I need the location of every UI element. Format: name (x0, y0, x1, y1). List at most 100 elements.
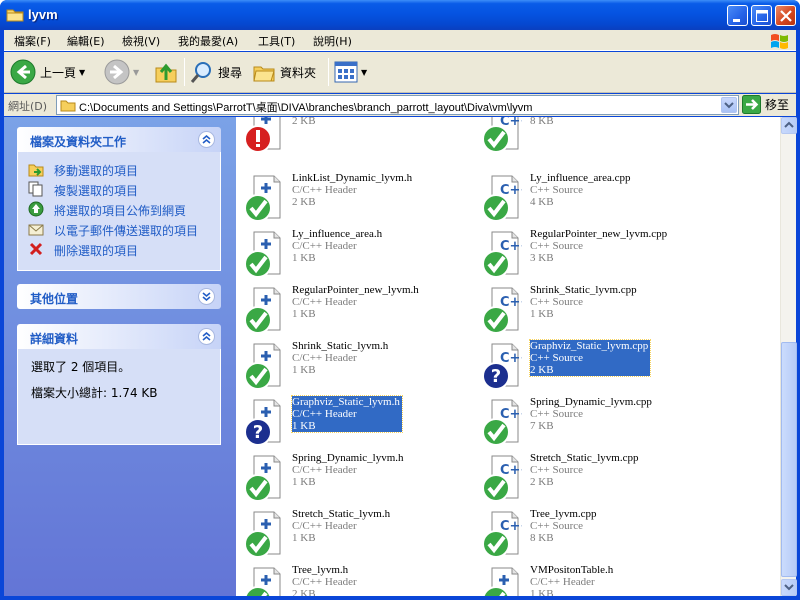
search-button[interactable]: 搜尋 (190, 57, 242, 87)
file-item[interactable]: RegularPointer_new_lyvm.h C/C++ Header 1 K… (236, 284, 466, 340)
file-item[interactable]: C++ Shrink_Static_lyvm.cppC++ Source1 KB (474, 284, 704, 340)
menu-tools[interactable]: 工具(T) (258, 33, 295, 49)
file-item[interactable]: Stretch_Static_lyvm.h C/C++ Header 1 KB (236, 508, 466, 564)
file-size: 2 KB (530, 476, 554, 488)
svg-text:C++: C++ (500, 463, 522, 478)
menu-help[interactable]: 說明(H) (313, 33, 352, 49)
title-bar[interactable]: lyvm (0, 0, 800, 30)
file-item[interactable]: Ly_influence_area.h C/C++ Header 1 KB (236, 228, 466, 284)
file-size: 1 KB (292, 364, 316, 376)
file-name: Stretch_Static_lyvm.h (292, 508, 391, 520)
file-type: C++ Source (530, 352, 584, 364)
task-email[interactable]: 以電子郵件傳送選取的項目 (18, 219, 220, 239)
file-item[interactable]: C/C++ Header2 KB (236, 117, 466, 159)
file-type: C/C++ Header (292, 296, 357, 308)
up-folder-button[interactable] (154, 57, 178, 87)
file-item[interactable]: LinkList_Dynamic_lyvm.h C/C++ Header 2 KB (236, 172, 466, 228)
close-button[interactable] (775, 5, 796, 26)
file-item[interactable]: VMPositonTable.h C/C++ Header 1 KB (474, 564, 704, 596)
scroll-thumb[interactable] (781, 342, 797, 577)
task-copy[interactable]: 複製選取的項目 (18, 179, 220, 199)
windows-logo-icon (771, 34, 788, 49)
tasks-panel-header[interactable]: 檔案及資料夾工作 (17, 127, 221, 152)
file-item[interactable]: Spring_Dynamic_lyvm.h C/C++ Header 1 KB (236, 452, 466, 508)
email-icon (28, 224, 44, 236)
cpp-file-icon: C++ (478, 230, 531, 278)
file-item[interactable]: Tree_lyvm.h C/C++ Header 2 KB (236, 564, 466, 596)
explorer-window: lyvm 檔案(F) 編輯(E) 檢視(V) 我的最愛(A) 工具(T) 說明(… (0, 0, 800, 600)
file-name: Tree_lyvm.h (292, 564, 349, 576)
folders-button[interactable]: 資料夾 (252, 57, 316, 87)
menu-view[interactable]: 檢視(V) (122, 33, 160, 49)
vertical-scrollbar[interactable] (780, 117, 797, 596)
file-size: 1 KB (530, 308, 554, 320)
go-label: 移至 (765, 98, 790, 112)
svg-text:C++: C++ (500, 351, 522, 366)
views-icon (334, 61, 358, 83)
go-button[interactable]: 移至 (742, 95, 789, 114)
task-move[interactable]: 移動選取的項目 (18, 159, 220, 179)
svg-text:C++: C++ (500, 239, 522, 254)
file-item[interactable]: ? Graphviz_Static_lyvm.h C/C++ Header 1 KB (236, 395, 466, 452)
file-item[interactable]: C++ Tree_lyvm.cppC++ Source8 KB (474, 508, 704, 564)
task-delete[interactable]: 刪除選取的項目 (18, 239, 220, 259)
address-input[interactable]: C:\Documents and Settings\ParrotT\桌面\DIV… (56, 95, 739, 115)
header-file-icon (240, 117, 281, 153)
folders-label: 資料夾 (280, 65, 317, 80)
file-name: Tree_lyvm.cpp (530, 508, 597, 520)
back-button[interactable]: 上一頁 ▼ (10, 57, 85, 87)
file-text: Shrink_Static_lyvm.h C/C++ Header 1 KB (292, 340, 388, 376)
collapse-chevron-icon[interactable] (198, 328, 215, 345)
back-dropdown-icon[interactable]: ▼ (79, 68, 85, 77)
file-text: Shrink_Static_lyvm.cpp C++ Source 1 KB (530, 284, 637, 320)
file-name: Shrink_Static_lyvm.h (292, 340, 389, 352)
folders-icon (253, 66, 275, 82)
file-folder-tasks-panel: 檔案及資料夾工作 移動選取的項目 複製選取的項目 將選取的項目公佈到網頁 以電子… (17, 127, 221, 271)
maximize-button[interactable] (751, 5, 772, 26)
file-item[interactable]: C++ RegularPointer_new_lyvm.cppC++ Source… (474, 228, 704, 284)
other-places-panel: 其他位置 (17, 284, 221, 309)
chevron-down-icon (724, 102, 734, 109)
menu-favorites[interactable]: 我的最愛(A) (178, 33, 238, 49)
file-item[interactable]: C++ Spring_Dynamic_lyvm.cppC++ Source7 KB (474, 396, 704, 452)
menu-file[interactable]: 檔案(F) (14, 33, 51, 49)
scroll-up-button[interactable] (781, 117, 797, 134)
file-size: 1 KB (292, 420, 316, 432)
views-dropdown-icon[interactable]: ▼ (361, 68, 367, 77)
expand-chevron-icon[interactable] (198, 288, 215, 305)
task-delete-label: 刪除選取的項目 (54, 244, 139, 258)
file-name: Spring_Dynamic_lyvm.cpp (530, 396, 652, 408)
file-size: 1 KB (292, 532, 316, 544)
task-publish[interactable]: 將選取的項目公佈到網頁 (18, 199, 220, 219)
file-name: RegularPointer_new_lyvm.cpp (530, 228, 668, 240)
file-item[interactable]: C++ Stretch_Static_lyvm.cppC++ Source2 KB (474, 452, 704, 508)
forward-dropdown-icon[interactable]: ▼ (133, 68, 139, 77)
file-name: Graphviz_Static_lyvm.h (292, 396, 400, 408)
menu-edit[interactable]: 編輯(E) (67, 33, 105, 49)
scroll-down-button[interactable] (781, 579, 797, 596)
file-name: Stretch_Static_lyvm.cpp (530, 452, 639, 464)
file-list[interactable]: C/C++ Header2 KBC++C++ Source8 KBLinkLis… (236, 117, 780, 596)
window-border (0, 596, 800, 600)
file-item[interactable]: C++?Graphviz_Static_lyvm.cppC++ Source2 … (474, 339, 704, 396)
file-type: C/C++ Header (292, 184, 357, 196)
file-item[interactable]: Shrink_Static_lyvm.h C/C++ Header 1 KB (236, 340, 466, 396)
header-file-icon (478, 566, 519, 596)
file-size: 1 KB (530, 588, 554, 596)
file-item[interactable]: C++C++ Source8 KB (474, 117, 704, 159)
minimize-button[interactable] (727, 5, 748, 26)
delete-icon (29, 242, 43, 256)
details-panel-header[interactable]: 詳細資料 (17, 324, 221, 349)
svg-text:?: ? (491, 366, 501, 387)
address-dropdown-button[interactable] (721, 97, 737, 113)
file-item[interactable]: C++ Ly_influence_area.cppC++ Source4 KB (474, 172, 704, 228)
file-text: Stretch_Static_lyvm.cpp C++ Source 2 KB (530, 452, 638, 488)
forward-button[interactable]: ▼ (104, 57, 139, 87)
other-places-header[interactable]: 其他位置 (17, 284, 221, 309)
file-text: Ly_influence_area.h C/C++ Header 1 KB (292, 228, 382, 264)
toolbar: 上一頁 ▼ ▼ 搜尋 資料夾 ▼ (4, 52, 796, 93)
collapse-chevron-icon[interactable] (198, 131, 215, 148)
file-size: 4 KB (530, 196, 554, 208)
file-type: C++ Source (530, 184, 584, 196)
views-button[interactable]: ▼ (334, 57, 367, 87)
